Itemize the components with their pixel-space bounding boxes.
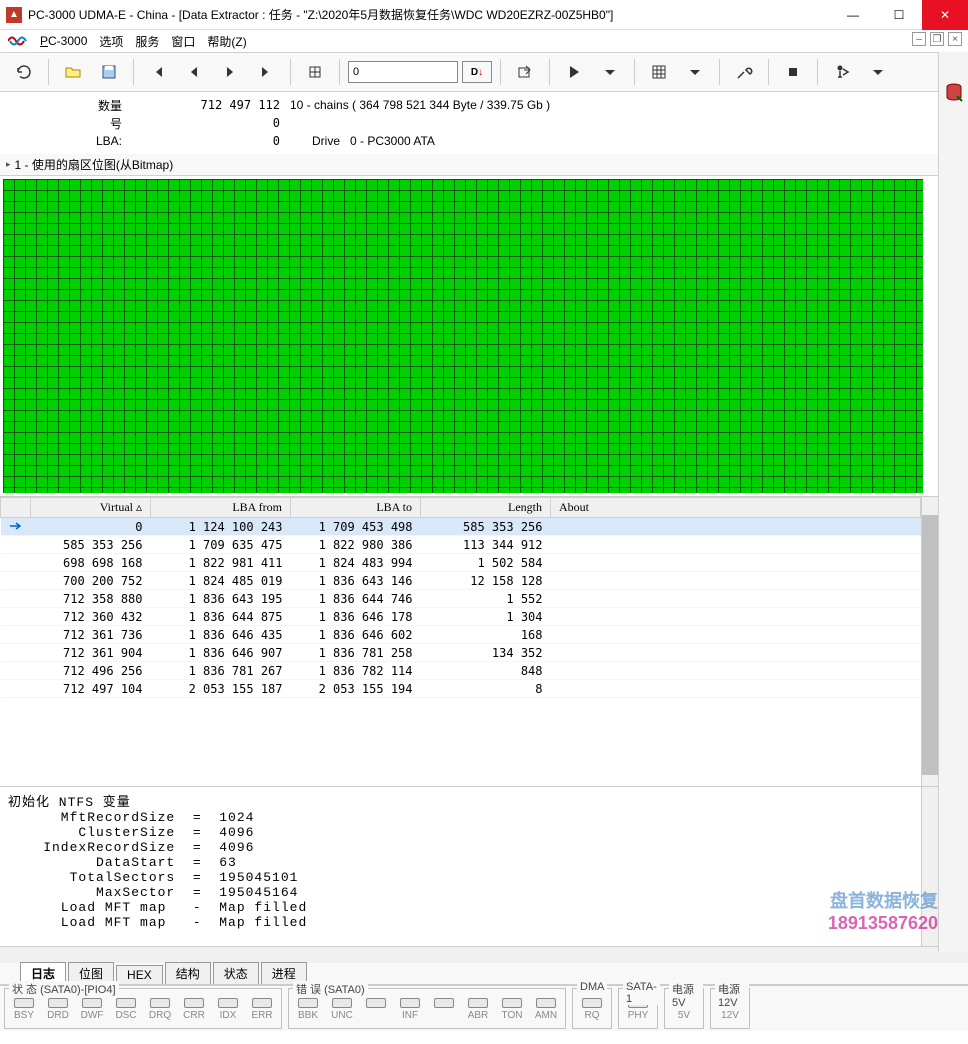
first-button[interactable] xyxy=(142,57,174,87)
chain-table: Virtual ▵ LBA from LBA to Length About 0… xyxy=(0,497,921,698)
table-row[interactable]: 712 358 8801 836 643 1951 836 644 7461 5… xyxy=(1,590,921,608)
grid-button[interactable] xyxy=(299,57,331,87)
num-value: 0 xyxy=(130,116,290,130)
address-input[interactable] xyxy=(348,61,458,83)
col-lba-from[interactable]: LBA from xyxy=(151,498,291,518)
exit-button[interactable] xyxy=(826,57,858,87)
minimize-button[interactable]: — xyxy=(830,0,876,30)
tab-HEX[interactable]: HEX xyxy=(116,965,163,984)
col-virtual[interactable]: Virtual ▵ xyxy=(31,498,151,518)
play-button[interactable] xyxy=(558,57,590,87)
info-panel: 数量 712 497 112 10 - chains ( 364 798 521… xyxy=(0,92,968,154)
led- xyxy=(366,998,386,1008)
col-lba-to[interactable]: LBA to xyxy=(291,498,421,518)
export-button[interactable] xyxy=(509,57,541,87)
menu-options[interactable]: 选项 xyxy=(99,33,123,50)
next-button[interactable] xyxy=(214,57,246,87)
bitmap-area[interactable] xyxy=(0,176,968,496)
menu-pc3000[interactable]: PC-3000 xyxy=(40,34,87,48)
table-row[interactable]: 585 353 2561 709 635 4751 822 980 386113… xyxy=(1,536,921,554)
tab-状态[interactable]: 状态 xyxy=(213,962,259,984)
stop-button[interactable] xyxy=(777,57,809,87)
refresh-button[interactable] xyxy=(8,57,40,87)
table-row[interactable]: 712 361 9041 836 646 9071 836 781 258134… xyxy=(1,644,921,662)
table-row[interactable]: 01 124 100 2431 709 453 498585 353 256 xyxy=(1,518,921,536)
bitmap-grid[interactable] xyxy=(3,179,923,493)
toolbar: D↓ xyxy=(0,52,968,92)
led-IDX xyxy=(218,998,238,1008)
status-group5: 电源 5V5V xyxy=(664,988,704,1029)
window-title: PC-3000 UDMA-E - China - [Data Extractor… xyxy=(28,6,830,23)
table-row[interactable]: 700 200 7521 824 485 0191 836 643 14612 … xyxy=(1,572,921,590)
led-AMN xyxy=(536,998,556,1008)
tab-bar: 日志位图HEX结构状态进程 xyxy=(0,963,968,985)
table-row[interactable]: 698 698 1681 822 981 4111 824 483 9941 5… xyxy=(1,554,921,572)
log-area: 初始化 NTFS 变量 MftRecordSize = 1024 Cluster… xyxy=(0,787,921,946)
log-scrollbar-h[interactable] xyxy=(0,946,968,963)
status-group3: DMARQ xyxy=(572,988,612,1029)
exit-dropdown[interactable] xyxy=(862,57,894,87)
open-button[interactable] xyxy=(57,57,89,87)
led-DSC xyxy=(116,998,136,1008)
led-TON xyxy=(502,998,522,1008)
led-UNC xyxy=(332,998,352,1008)
status-group6: 电源 12V12V xyxy=(710,988,750,1029)
log-scrollbar-v[interactable] xyxy=(921,787,938,946)
led-CRR xyxy=(184,998,204,1008)
status-group1: 状 态 (SATA0)-[PIO4]BSYDRDDWFDSCDRQCRRIDXE… xyxy=(4,988,282,1029)
tab-结构[interactable]: 结构 xyxy=(165,962,211,984)
mdi-restore[interactable]: ❐ xyxy=(930,32,944,46)
count-label: 数量 xyxy=(10,97,130,114)
tools-button[interactable] xyxy=(728,57,760,87)
status-group2: 错 误 (SATA0)BBKUNCINFABRTONAMN xyxy=(288,988,566,1029)
database-icon[interactable] xyxy=(943,82,965,107)
lba-value: 0 xyxy=(130,134,290,148)
count-value: 712 497 112 xyxy=(130,98,290,112)
led-BSY xyxy=(14,998,34,1008)
num-label: 号 xyxy=(10,115,130,132)
menu-service[interactable]: 服务 xyxy=(135,33,159,50)
led-DRD xyxy=(48,998,68,1008)
count-desc: 10 - chains ( 364 798 521 344 Byte / 339… xyxy=(290,98,958,112)
table-scrollbar[interactable] xyxy=(921,497,938,786)
status-bar: 状 态 (SATA0)-[PIO4]BSYDRDDWFDSCDRQCRRIDXE… xyxy=(0,985,968,1031)
led-RQ xyxy=(582,998,602,1008)
titlebar: ▲ PC-3000 UDMA-E - China - [Data Extract… xyxy=(0,0,968,30)
table-row[interactable]: 712 497 1042 053 155 1872 053 155 1948 xyxy=(1,680,921,698)
grid2-button[interactable] xyxy=(643,57,675,87)
menubar: PC-3000 选项 服务 窗口 帮助(Z) – ❐ × xyxy=(0,30,968,52)
table-row[interactable]: 712 360 4321 836 644 8751 836 646 1781 3… xyxy=(1,608,921,626)
logo-icon xyxy=(8,33,28,49)
menu-window[interactable]: 窗口 xyxy=(171,33,195,50)
last-button[interactable] xyxy=(250,57,282,87)
led- xyxy=(434,998,454,1008)
table-row[interactable]: 712 361 7361 836 646 4351 836 646 602168 xyxy=(1,626,921,644)
close-button[interactable]: ✕ xyxy=(922,0,968,30)
lba-label: LBA: xyxy=(10,134,130,148)
prev-button[interactable] xyxy=(178,57,210,87)
grid2-dropdown[interactable] xyxy=(679,57,711,87)
bitmap-section-header[interactable]: 1 - 使用的扇区位图(从Bitmap) xyxy=(0,154,968,176)
save-button[interactable] xyxy=(93,57,125,87)
direction-indicator[interactable]: D↓ xyxy=(462,61,492,83)
right-sidebar xyxy=(938,52,968,952)
mdi-minimize[interactable]: – xyxy=(912,32,926,46)
app-icon: ▲ xyxy=(6,7,22,23)
led-ABR xyxy=(468,998,488,1008)
col-about[interactable]: About xyxy=(551,498,921,518)
drive-label: Drive xyxy=(290,134,350,148)
mdi-close[interactable]: × xyxy=(948,32,962,46)
led-BBK xyxy=(298,998,318,1008)
status-group4: SATA-1PHY xyxy=(618,988,658,1029)
led-DRQ xyxy=(150,998,170,1008)
maximize-button[interactable]: ☐ xyxy=(876,0,922,30)
led-INF xyxy=(400,998,420,1008)
menu-help[interactable]: 帮助(Z) xyxy=(207,33,246,50)
led-DWF xyxy=(82,998,102,1008)
col-length[interactable]: Length xyxy=(421,498,551,518)
table-row[interactable]: 712 496 2561 836 781 2671 836 782 114848 xyxy=(1,662,921,680)
led-ERR xyxy=(252,998,272,1008)
drive-value: 0 - PC3000 ATA xyxy=(350,134,435,148)
play-dropdown[interactable] xyxy=(594,57,626,87)
